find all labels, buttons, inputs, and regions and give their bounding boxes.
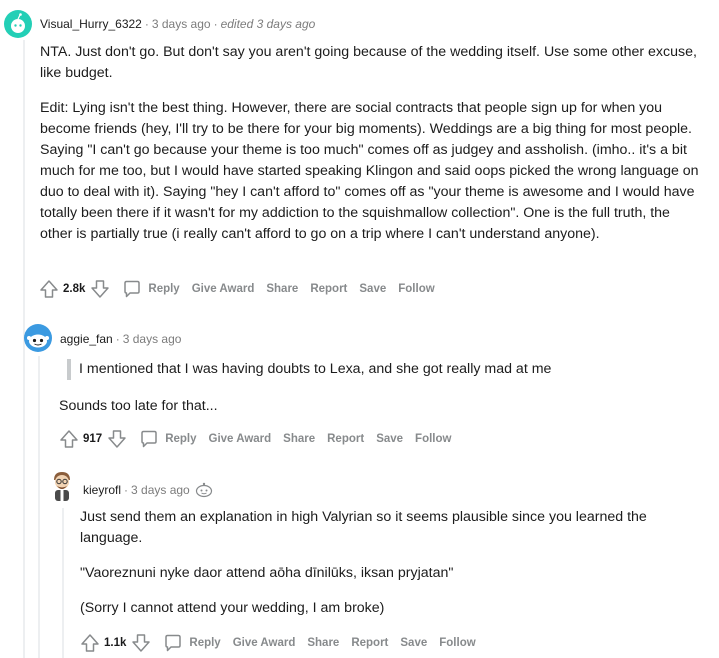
comment-meta: Visual_Hurry_6322 · 3 days ago · edited … (40, 17, 315, 31)
share-button[interactable]: Share (307, 637, 339, 649)
meta-separator: · (144, 17, 149, 31)
downvote-icon[interactable] (90, 279, 110, 299)
timestamp[interactable]: 3 days ago (123, 332, 182, 346)
comment-bubble-icon[interactable] (139, 429, 159, 449)
meta-separator: · (213, 17, 218, 31)
comment-meta: kieyrofl · 3 days ago (83, 482, 213, 498)
snoo-avatar-icon (54, 472, 70, 501)
reply-button[interactable]: Reply (165, 433, 196, 445)
meta-separator: · (115, 332, 120, 346)
follow-button[interactable]: Follow (398, 283, 434, 295)
comment-actions: 2.8k Reply Give Award Share Report Save … (39, 278, 447, 300)
comment-paragraph: Edit: Lying isn't the best thing. Howeve… (40, 100, 699, 242)
comment-paragraph: Sounds too late for that... (59, 398, 218, 414)
comment-paragraph: (Sorry I cannot attend your wedding, I a… (80, 600, 385, 616)
upvote-icon[interactable] (80, 633, 100, 653)
avatar[interactable] (4, 10, 32, 38)
username[interactable]: kieyrofl (83, 483, 121, 497)
reply-button[interactable]: Reply (189, 637, 220, 649)
avatar[interactable] (48, 470, 76, 502)
comment-bubble-icon[interactable] (163, 633, 183, 653)
vote-score: 917 (83, 433, 103, 445)
blockquote: I mentioned that I was having doubts to … (67, 359, 679, 380)
thread-line-3[interactable] (62, 508, 64, 658)
save-button[interactable]: Save (359, 283, 386, 295)
comment-paragraph: Just send them an explanation in high Va… (80, 509, 647, 546)
save-button[interactable]: Save (400, 637, 427, 649)
share-button[interactable]: Share (283, 433, 315, 445)
report-button[interactable]: Report (351, 637, 388, 649)
give-award-button[interactable]: Give Award (233, 637, 296, 649)
comment-body: Just send them an explanation in high Va… (80, 507, 700, 633)
avatar[interactable] (24, 324, 52, 352)
comment-paragraph: NTA. Just don't go. But don't say you ar… (40, 44, 697, 81)
username[interactable]: aggie_fan (60, 332, 113, 346)
timestamp[interactable]: 3 days ago (131, 483, 190, 497)
vote-score: 1.1k (104, 637, 127, 649)
save-button[interactable]: Save (376, 433, 403, 445)
give-award-button[interactable]: Give Award (192, 283, 255, 295)
vote-score: 2.8k (63, 283, 86, 295)
comment-paragraph: "Vaoreznuni nyke daor attend aōha dīnilū… (80, 565, 454, 581)
meta-separator: · (124, 483, 129, 497)
username[interactable]: Visual_Hurry_6322 (40, 17, 142, 31)
thread-line-2[interactable] (38, 356, 40, 658)
upvote-icon[interactable] (59, 429, 79, 449)
share-button[interactable]: Share (266, 283, 298, 295)
comment-actions: 1.1k Reply Give Award Share Report Save … (80, 632, 488, 654)
follow-button[interactable]: Follow (439, 637, 475, 649)
report-button[interactable]: Report (327, 433, 364, 445)
upvote-icon[interactable] (39, 279, 59, 299)
reply-button[interactable]: Reply (148, 283, 179, 295)
comment-actions: 917 Reply Give Award Share Report Save F… (59, 428, 463, 450)
follow-button[interactable]: Follow (415, 433, 451, 445)
emoji-flair-icon (195, 482, 212, 498)
downvote-icon[interactable] (107, 429, 127, 449)
downvote-icon[interactable] (131, 633, 151, 653)
thread-line-1[interactable] (23, 40, 25, 658)
comment-body: NTA. Just don't go. But don't say you ar… (40, 42, 702, 259)
report-button[interactable]: Report (310, 283, 347, 295)
snoo-avatar-icon (27, 334, 49, 348)
edited-timestamp: edited 3 days ago (220, 17, 316, 31)
comment-bubble-icon[interactable] (122, 279, 142, 299)
quote-text: I mentioned that I was having doubts to … (79, 361, 552, 377)
timestamp[interactable]: 3 days ago (152, 17, 211, 31)
comment-meta: aggie_fan · 3 days ago (60, 332, 181, 346)
snoo-avatar-icon (11, 13, 25, 33)
comment-body: Sounds too late for that... (59, 396, 699, 431)
give-award-button[interactable]: Give Award (209, 433, 272, 445)
